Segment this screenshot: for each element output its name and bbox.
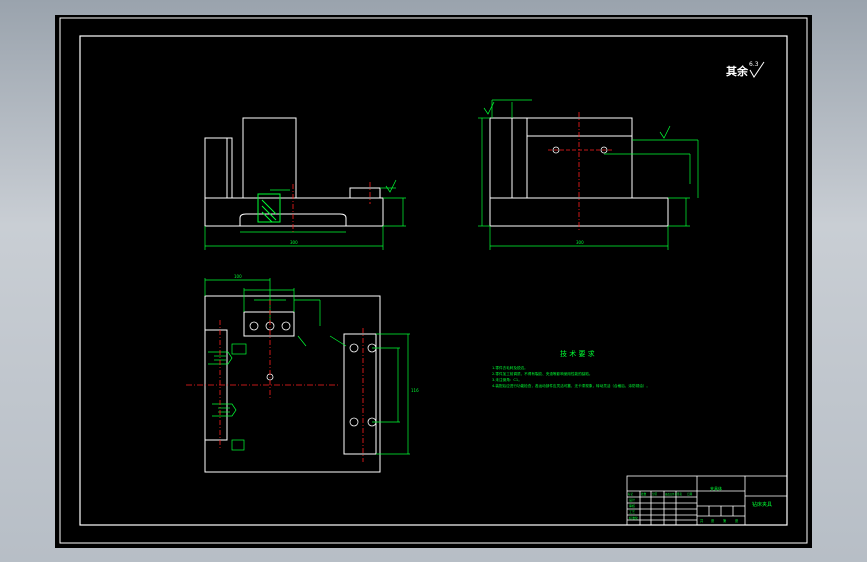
svg-text:标准化: 标准化 [629, 515, 638, 520]
title-block-drawing-name: 钻床夹具 [752, 501, 772, 508]
cad-drawing-canvas: 其余 6.3 300 300 100 116 技 术 要 求 1.零件去毛刺及锐… [55, 15, 812, 548]
svg-text:日期: 日期 [687, 492, 693, 496]
svg-text:处数: 处数 [641, 492, 647, 496]
roughness-value: 6.3 [749, 61, 759, 68]
title-block-scale-label: 夹具体 [710, 485, 722, 491]
svg-text:100: 100 [234, 274, 242, 279]
drawing-sheet [55, 15, 812, 548]
tech-req-title: 技 术 要 求 [560, 349, 595, 358]
svg-text:300: 300 [290, 240, 298, 245]
svg-text:审核: 审核 [629, 503, 635, 508]
svg-text:更改文件号: 更改文件号 [665, 492, 678, 496]
tech-req-item-3: 3.未注倒角：C1。 [492, 377, 522, 382]
svg-text:116: 116 [411, 388, 419, 393]
svg-text:标记: 标记 [628, 492, 634, 496]
svg-text:工艺: 工艺 [629, 509, 635, 514]
tech-req-item-1: 1.零件去毛刺及锐边。 [492, 365, 528, 370]
tech-req-item-4: 4.装配后应进行功能检查，各运动部件应灵活可靠，无卡滞现象，转动灵活（合格后，涂… [492, 383, 650, 388]
roughness-text: 其余 [726, 64, 749, 78]
svg-text:分区: 分区 [652, 492, 658, 496]
svg-text:签名: 签名 [677, 492, 683, 496]
svg-text:300: 300 [576, 240, 584, 245]
svg-text:设计: 设计 [629, 497, 635, 502]
tech-req-item-2: 2.零件加工前调质，不得有裂纹、夹渣等影响使用性能的缺陷。 [492, 371, 592, 376]
